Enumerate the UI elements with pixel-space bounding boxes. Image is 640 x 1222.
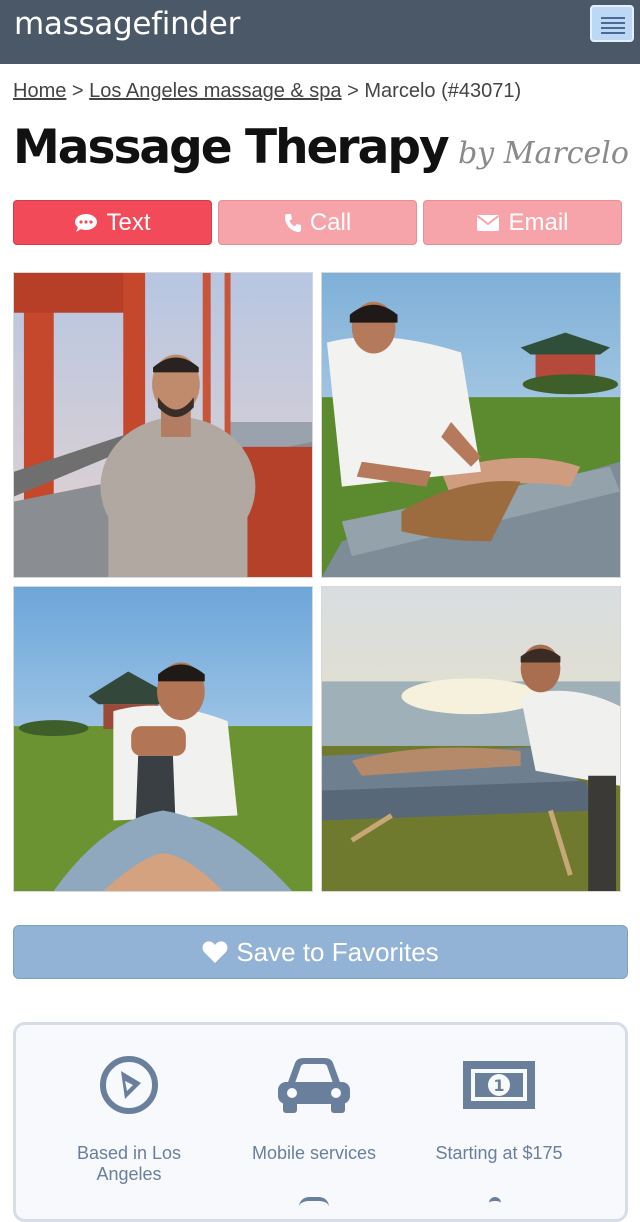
car-icon: [278, 1058, 350, 1113]
phone-icon: [284, 213, 301, 232]
save-to-favorites-button[interactable]: Save to Favorites: [13, 925, 628, 979]
feature-mobile-label: Mobile services: [251, 1143, 377, 1163]
breadcrumb-current: Marcelo (#43071): [364, 80, 522, 102]
page-title: Massage Therapy by Marcelo: [13, 120, 629, 175]
listing-title: Massage Therapy: [13, 120, 450, 175]
listing-byline: by Marcelo: [458, 136, 629, 171]
breadcrumb-home-link[interactable]: Home: [13, 80, 66, 102]
feature-location: Based in Los Angeles: [44, 1055, 214, 1185]
save-to-favorites-label: Save to Favorites: [236, 936, 439, 967]
site-logo[interactable]: massagefinder: [14, 6, 240, 42]
feature-price-label: Starting at $175: [435, 1143, 563, 1163]
breadcrumb-separator: >: [347, 80, 359, 102]
breadcrumb: Home > Los Angeles massage & spa > Marce…: [13, 80, 633, 103]
text-button-label: Text: [106, 208, 151, 236]
dollar-bill-icon: 1: [463, 1061, 535, 1109]
partial-icon: [489, 1197, 501, 1207]
text-button[interactable]: Text: [13, 200, 212, 245]
photo-leg-stretch-outdoors[interactable]: [13, 586, 313, 892]
feature-mobile: Mobile services: [229, 1055, 399, 1164]
call-button[interactable]: Call: [218, 200, 417, 245]
breadcrumb-category-link[interactable]: Los Angeles massage & spa: [89, 80, 341, 102]
feature-price: 1 Starting at $175: [414, 1055, 584, 1164]
photo-therapist-on-bridge[interactable]: [13, 272, 313, 578]
call-button-label: Call: [309, 208, 352, 236]
envelope-icon: [477, 214, 500, 231]
location-compass-icon: [100, 1056, 158, 1114]
top-header: massagefinder: [0, 0, 640, 64]
photo-massage-at-seaside-sunset[interactable]: [321, 586, 621, 892]
chat-bubble-icon: [75, 213, 98, 232]
feature-location-label: Based in Los Angeles: [76, 1143, 182, 1184]
photo-shoulder-massage-outdoors[interactable]: [321, 272, 621, 578]
email-button[interactable]: Email: [423, 200, 622, 245]
partial-icon: [299, 1197, 329, 1207]
svg-text:1: 1: [493, 1076, 504, 1095]
service-info-box: Based in Los Angeles Mobile services 1 S…: [13, 1022, 628, 1222]
hamburger-menu-icon[interactable]: [590, 5, 634, 42]
heart-icon: [202, 941, 228, 963]
email-button-label: Email: [508, 208, 569, 236]
breadcrumb-separator: >: [71, 80, 84, 102]
